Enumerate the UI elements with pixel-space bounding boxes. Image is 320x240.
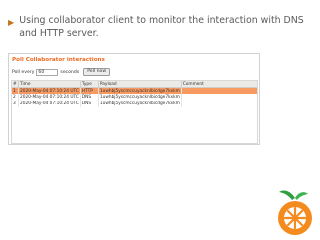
table-row[interactable]: 3 2020-May-04 07:10:24 UTC DNS 1uwhbj5ys… [11,100,258,107]
cell-comment[interactable] [180,100,258,107]
cell-time: 2020-May-04 07:10:24 UTC [18,87,81,94]
cell-payload: 1uwhbj5yscmccuyacknlbicdge7kxkm [97,87,182,94]
owasp-logo-icon [278,190,312,235]
cell-time: 2020-May-04 07:10:24 UTC [18,94,81,101]
column-header-payload[interactable]: Payload [97,80,182,88]
poll-now-button[interactable]: Poll now [83,68,111,76]
poll-every-label: Poll every [12,69,35,75]
cell-time: 2020-May-04 07:10:24 UTC [18,100,81,107]
poll-controls: Poll every 60 seconds Poll now [12,68,111,76]
collaborator-client-screenshot: Poll Collaborator interactions Poll ever… [8,53,260,145]
bullet-text: Using collaborator client to monitor the… [19,15,304,39]
column-header-type[interactable]: Type [79,80,99,88]
seconds-label: seconds [60,69,80,75]
cell-number: 3 [11,100,19,107]
column-header-comment[interactable]: Comment [180,80,259,88]
panel-title: Poll Collaborator interactions [12,57,105,63]
triangle-bullet-icon: ▶ [8,18,15,27]
cell-payload: 1uwhbj5yscmccuyacknlbicdge7kxkm [97,94,182,101]
column-header-number[interactable]: # [11,80,19,88]
bullet-point: ▶ Using collaborator client to monitor t… [8,15,314,40]
interactions-table: # Time Type Payload Comment 1 2020-May-0… [11,80,259,107]
cell-payload: 1uwhbj5yscmccuyacknlbicdge7kxkm [97,100,182,107]
poll-interval-input[interactable]: 60 [36,68,59,76]
cell-type: DNS [79,100,99,107]
column-header-time[interactable]: Time [18,80,81,88]
table-header-row: # Time Type Payload Comment [11,80,259,88]
